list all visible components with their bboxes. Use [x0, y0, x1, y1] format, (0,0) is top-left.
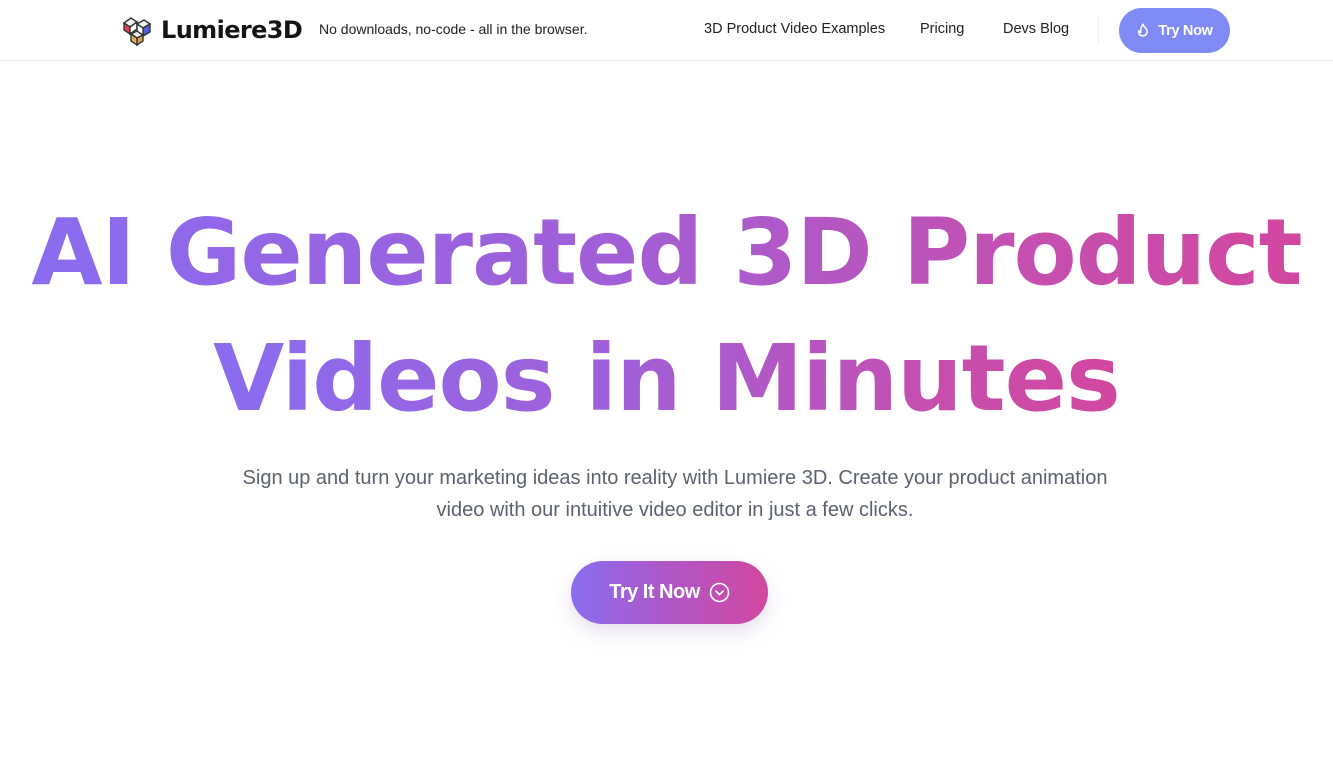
nav-link-devs-blog[interactable]: Devs Blog — [1003, 21, 1069, 37]
nav-link-examples[interactable]: 3D Product Video Examples — [704, 21, 885, 37]
hero-title: AI Generated 3D Product Videos in Minute… — [0, 190, 1333, 442]
brand-name: Lumiere3D — [161, 16, 303, 44]
nav-link-pricing[interactable]: Pricing — [920, 21, 964, 37]
header-tagline: No downloads, no-code - all in the brows… — [319, 21, 588, 37]
chevron-down-circle-icon — [709, 582, 730, 603]
hero-subtitle: Sign up and turn your marketing ideas in… — [200, 462, 1150, 526]
try-it-now-button[interactable]: Try It Now — [571, 561, 768, 624]
hero-subtitle-line-1: Sign up and turn your marketing ideas in… — [242, 467, 1108, 489]
brand-logo[interactable]: Lumiere3D — [120, 12, 303, 48]
flame-icon — [1138, 22, 1149, 37]
hero-title-line-1: AI Generated 3D Product — [31, 190, 1302, 316]
try-now-label: Try Now — [1158, 22, 1213, 39]
header-divider — [1098, 16, 1099, 44]
site-header: Lumiere3D No downloads, no-code - all in… — [0, 0, 1333, 61]
try-it-now-label: Try It Now — [609, 581, 700, 603]
try-now-button[interactable]: Try Now — [1119, 8, 1230, 53]
cube-logo-icon — [122, 17, 152, 47]
hero-subtitle-line-2: video with our intuitive video editor in… — [436, 499, 914, 521]
hero-title-line-2: Videos in Minutes — [213, 316, 1121, 442]
